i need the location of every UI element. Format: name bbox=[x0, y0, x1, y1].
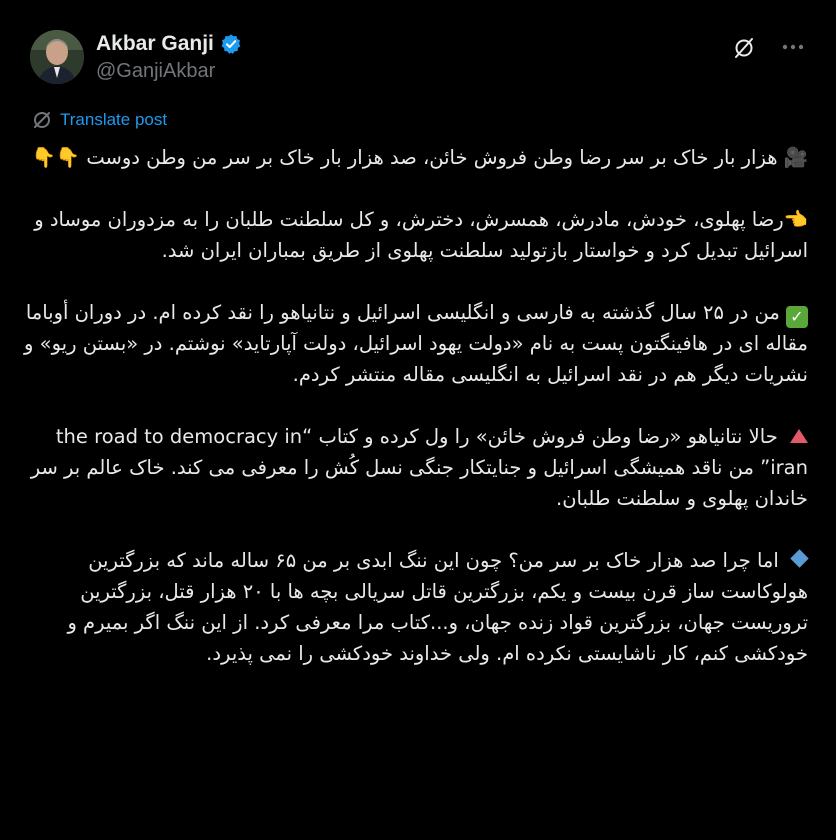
post-header: Akbar Ganji @GanjiAkbar bbox=[30, 26, 816, 86]
red-triangle-icon bbox=[790, 429, 808, 443]
author-name-row: Akbar Ganji bbox=[96, 32, 242, 56]
post-paragraph-3: ✓ من در ۲۵ سال گذشته به فارسی و انگلیسی … bbox=[24, 301, 808, 386]
post-paragraph-5: اما چرا صد هزار خاک بر سر من؟ چون این نن… bbox=[67, 549, 809, 665]
more-icon[interactable] bbox=[780, 34, 806, 60]
translate-label: Translate post bbox=[60, 110, 168, 129]
pointing-left-icon: 👈 bbox=[783, 208, 808, 231]
pointing-down-icon: 👇👇 bbox=[31, 146, 81, 169]
blue-diamond-icon bbox=[790, 549, 809, 568]
translate-icon bbox=[34, 112, 50, 128]
author-name[interactable]: Akbar Ganji bbox=[96, 32, 214, 56]
grok-icon[interactable] bbox=[732, 36, 756, 60]
author-handle[interactable]: @GanjiAkbar bbox=[96, 60, 215, 83]
post-text: 🎥 هزار بار خاک بر سر رضا وطن فروش خائن، … bbox=[24, 142, 809, 700]
avatar[interactable] bbox=[30, 30, 84, 84]
video-camera-icon: 🎥 bbox=[783, 146, 808, 169]
post-paragraph-1: 🎥 هزار بار خاک بر سر رضا وطن فروش خائن، … bbox=[24, 142, 808, 173]
verified-badge-icon bbox=[221, 34, 241, 54]
translate-post-link[interactable]: Translate post bbox=[32, 110, 167, 130]
post-paragraph-4: حالا نتانیاهو «رضا وطن فروش خائن» را ول … bbox=[30, 425, 808, 510]
check-mark-icon: ✓ bbox=[786, 306, 808, 328]
post-paragraph-2: 👈رضا پهلوی، خودش، مادرش، همسرش، دخترش، و… bbox=[24, 204, 808, 266]
